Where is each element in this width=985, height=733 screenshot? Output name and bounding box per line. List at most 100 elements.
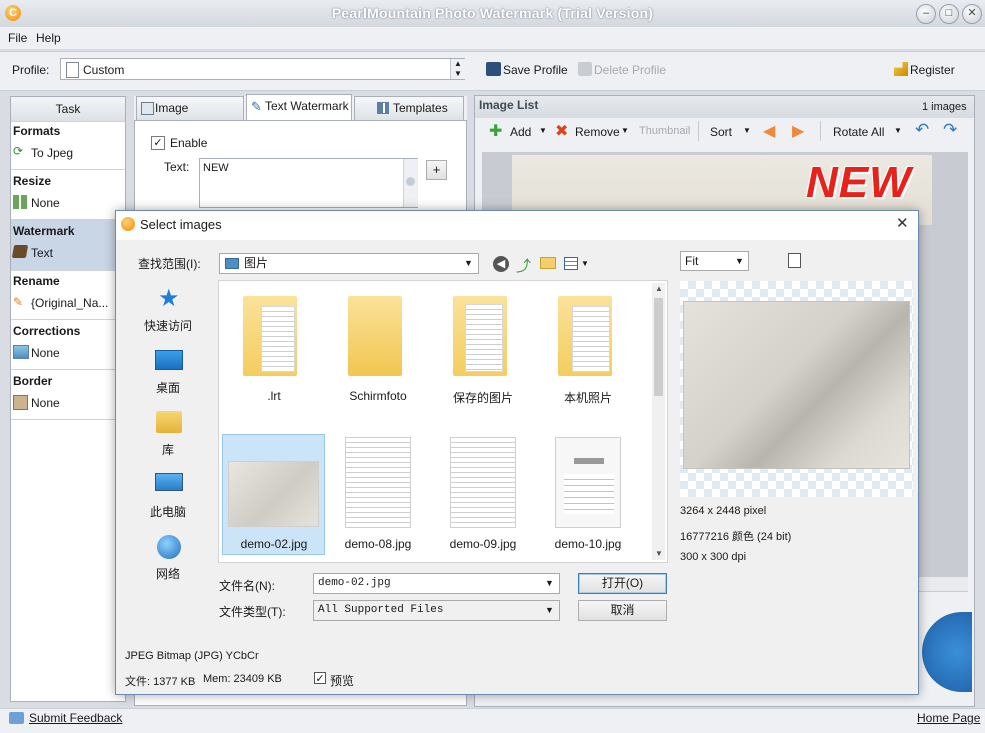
templates-icon: [377, 102, 389, 114]
rotate-dropdown-icon[interactable]: ▼: [894, 126, 902, 135]
filename-value: demo-02.jpg: [318, 577, 391, 589]
pencil-icon: ✎: [13, 295, 24, 309]
chevron-down-icon: ▼: [464, 258, 473, 268]
feedback-icon: [9, 712, 24, 724]
file-item-name[interactable]: 保存的图片: [433, 389, 533, 406]
resize-item[interactable]: None: [31, 196, 60, 210]
tab-templates-label: Templates: [393, 101, 448, 115]
home-page-link[interactable]: Home Page: [917, 711, 980, 725]
view-dropdown-icon[interactable]: ▼: [581, 259, 589, 268]
section-border-title: Border: [13, 374, 53, 388]
menu-help[interactable]: Help: [36, 31, 61, 45]
section-resize-title: Resize: [13, 174, 52, 188]
place-quick-access[interactable]: 快速访问: [123, 317, 213, 334]
minimize-button[interactable]: –: [916, 4, 936, 24]
add-icon: ✚: [489, 123, 503, 140]
sort-dropdown-icon[interactable]: ▼: [743, 126, 751, 135]
place-library[interactable]: 库: [123, 441, 213, 458]
remove-icon: ✖: [555, 123, 569, 140]
delete-profile-button[interactable]: Delete Profile: [594, 63, 666, 77]
formats-item[interactable]: To Jpeg: [31, 146, 73, 160]
enable-checkbox[interactable]: ✓: [151, 136, 165, 150]
cancel-button[interactable]: 取消: [578, 600, 667, 621]
file-item-name[interactable]: Schirmfoto: [328, 389, 428, 403]
text-tool-icon: ✎: [251, 99, 262, 114]
register-button[interactable]: Register: [910, 63, 955, 77]
chevron-down-icon: ▼: [545, 578, 554, 588]
place-this-pc[interactable]: 此电脑: [123, 503, 213, 520]
section-corrections-title: Corrections: [13, 324, 81, 338]
zoom-value: Fit: [685, 254, 699, 268]
thumbnail-button[interactable]: Thumbnail: [639, 125, 690, 137]
rotate-right-icon[interactable]: ↷: [943, 120, 957, 140]
remove-button[interactable]: Remove: [575, 125, 620, 139]
tab-text-watermark-label: Text Watermark: [265, 99, 349, 113]
zoom-preview-icon[interactable]: [788, 253, 801, 268]
resize-icon: [13, 195, 27, 209]
watermark-text-input[interactable]: NEW: [199, 158, 418, 208]
add-dropdown-icon[interactable]: ▼: [539, 126, 547, 135]
scroll-up-icon[interactable]: ▲: [655, 284, 663, 293]
save-icon: [486, 62, 501, 76]
move-right-icon[interactable]: ▶: [792, 121, 804, 141]
place-network[interactable]: 网络: [123, 565, 213, 582]
file-item-name[interactable]: 本机照片: [538, 389, 638, 406]
save-profile-button[interactable]: Save Profile: [503, 63, 568, 77]
rotate-all-button[interactable]: Rotate All: [833, 125, 884, 139]
up-folder-icon[interactable]: ⤴: [516, 255, 531, 276]
new-folder-icon[interactable]: [540, 257, 556, 269]
filename-input[interactable]: demo-02.jpg ▼: [313, 573, 560, 594]
profile-select[interactable]: Custom ▲ ▼: [60, 58, 465, 80]
tab-templates[interactable]: Templates: [354, 96, 464, 120]
dialog-title: Select images: [140, 217, 222, 232]
place-desktop[interactable]: 桌面: [123, 379, 213, 396]
tab-text-watermark[interactable]: ✎ Text Watermark: [246, 94, 352, 121]
pictures-folder-icon: [225, 258, 239, 269]
filetype-select[interactable]: All Supported Files ▼: [313, 600, 560, 621]
star-icon: ★: [158, 285, 180, 312]
open-button[interactable]: 打开(O): [578, 573, 667, 594]
submit-feedback-link[interactable]: Submit Feedback: [29, 711, 122, 725]
menu-file[interactable]: File: [8, 31, 27, 45]
text-label: Text:: [164, 160, 190, 174]
enable-label: Enable: [170, 136, 208, 150]
zoom-select[interactable]: Fit ▼: [680, 251, 749, 271]
preview-label: 预览: [330, 674, 355, 688]
sort-button[interactable]: Sort: [710, 125, 732, 139]
image-list-title: Image List: [479, 98, 539, 112]
network-icon: [157, 535, 181, 559]
rename-item[interactable]: {Original_Na...: [31, 296, 108, 310]
section-formats-title: Formats: [13, 124, 61, 138]
file-item-name[interactable]: demo-09.jpg: [433, 537, 533, 551]
look-in-select[interactable]: 图片 ▼: [219, 253, 479, 274]
dialog-close-button[interactable]: ✕: [896, 214, 909, 232]
document-icon: [66, 62, 79, 78]
remove-dropdown-icon[interactable]: ▼: [621, 126, 629, 135]
watermark-item[interactable]: Text: [31, 246, 53, 260]
file-list-scroll-thumb[interactable]: [654, 298, 663, 396]
file-item-name[interactable]: demo-10.jpg: [538, 537, 638, 551]
file-item-name[interactable]: demo-02.jpg: [224, 537, 324, 551]
border-item[interactable]: None: [31, 396, 60, 410]
maximize-button[interactable]: □: [939, 4, 959, 24]
filetype-value: All Supported Files: [318, 604, 444, 616]
image-icon: [141, 102, 154, 115]
spin-arrows-icon[interactable]: ▲ ▼: [450, 59, 465, 79]
preview-checkbox[interactable]: ✓: [314, 672, 326, 685]
view-menu-icon[interactable]: [564, 257, 578, 270]
rotate-left-icon[interactable]: ↶: [915, 120, 929, 140]
scroll-thumb[interactable]: [406, 177, 415, 186]
close-button[interactable]: ✕: [962, 4, 982, 24]
tab-image-watermark[interactable]: Image Watermark: [136, 96, 244, 137]
add-text-button[interactable]: +: [426, 160, 447, 180]
add-button[interactable]: Add: [510, 125, 531, 139]
back-icon[interactable]: ◀: [493, 256, 509, 272]
memory-info: Mem: 23409 KB: [203, 673, 282, 685]
move-left-icon[interactable]: ◀: [763, 121, 775, 141]
file-item-name[interactable]: demo-08.jpg: [328, 537, 428, 551]
chevron-down-icon: ▼: [735, 256, 744, 266]
file-item-name[interactable]: .lrt: [224, 389, 324, 403]
corrections-item[interactable]: None: [31, 346, 60, 360]
image-count: 1 images: [922, 101, 967, 113]
scroll-down-icon[interactable]: ▼: [655, 549, 663, 558]
